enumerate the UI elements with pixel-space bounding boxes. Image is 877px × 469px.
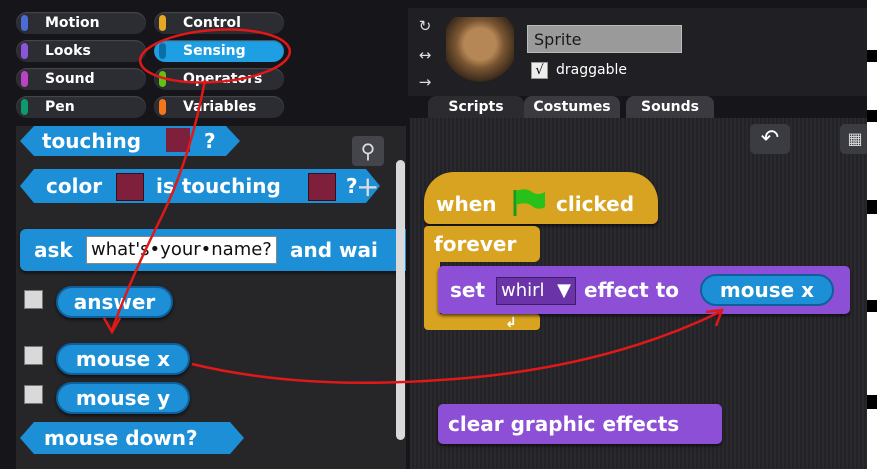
loop-arrow-icon: ↲ <box>505 315 517 331</box>
category-selector: Motion Looks Sound Pen Control Sensing O… <box>16 12 396 127</box>
category-control[interactable]: Control <box>154 12 284 34</box>
rotate-any-icon[interactable]: ↻ <box>416 17 434 35</box>
touching-block[interactable]: touching ? <box>20 126 240 156</box>
category-label: Sound <box>45 71 95 87</box>
snap-ide: Motion Looks Sound Pen Control Sensing O… <box>0 0 867 469</box>
mouse-x-checkbox[interactable] <box>24 346 43 365</box>
sensing-color-bar <box>159 43 166 59</box>
mouse-x-reporter[interactable]: mouse x <box>56 343 190 375</box>
sprite-name-field[interactable]: Sprite <box>527 25 682 53</box>
mouse-down-label: mouse down? <box>44 426 198 450</box>
set-middle: effect to <box>584 278 680 302</box>
color-swatch-1[interactable] <box>116 173 144 201</box>
color-touching-prefix: color <box>46 174 103 198</box>
margin-mark <box>867 50 877 62</box>
keyboard-icon[interactable]: ▦ <box>840 124 867 154</box>
when-flag-clicked-block[interactable]: when clicked <box>424 172 658 224</box>
effect-dropdown[interactable]: whirl ▼ <box>496 277 576 305</box>
variables-color-bar <box>159 99 166 115</box>
set-effect-block[interactable]: set whirl ▼ effect to mouse x <box>438 266 850 314</box>
green-flag-icon <box>513 189 545 216</box>
draggable-label: draggable <box>556 62 627 78</box>
sprite-thumbnail <box>446 17 514 85</box>
touching-label: touching <box>42 129 142 153</box>
tab-scripts[interactable]: Scripts <box>428 96 524 118</box>
mouse-y-reporter[interactable]: mouse y <box>56 382 190 414</box>
motion-color-bar <box>21 15 28 31</box>
category-pen[interactable]: Pen <box>16 96 146 118</box>
hat-prefix: when <box>436 192 497 216</box>
tab-sounds[interactable]: Sounds <box>626 96 714 118</box>
margin-mark <box>867 110 877 122</box>
mouse-y-checkbox[interactable] <box>24 385 43 404</box>
rotate-left-right-icon[interactable]: ↔ <box>416 46 434 64</box>
margin-mark <box>867 395 877 409</box>
ask-suffix: and wai <box>290 238 378 262</box>
category-sound[interactable]: Sound <box>16 68 146 90</box>
no-rotate-icon[interactable]: → <box>416 73 434 91</box>
category-operators[interactable]: Operators <box>154 68 284 90</box>
category-variables[interactable]: Variables <box>154 96 284 118</box>
ask-block[interactable]: ask what's•your•name? and wai <box>20 229 406 271</box>
pen-color-bar <box>21 99 28 115</box>
category-sensing[interactable]: Sensing <box>154 40 284 62</box>
ask-prefix: ask <box>34 238 73 262</box>
sound-color-bar <box>21 71 28 87</box>
margin-mark <box>867 300 877 312</box>
undo-icon[interactable]: ↶ <box>750 124 790 154</box>
magnifier-icon[interactable]: ⚲ <box>352 136 384 166</box>
chevron-down-icon: ▼ <box>557 280 571 301</box>
answer-reporter[interactable]: answer <box>56 286 173 318</box>
category-label: Motion <box>45 15 100 31</box>
color-touching-block[interactable]: color is touching ? <box>20 169 380 203</box>
margin-mark <box>867 200 877 214</box>
hat-suffix: clicked <box>556 192 635 216</box>
draggable-checkbox[interactable]: √ <box>531 62 548 79</box>
tab-costumes[interactable]: Costumes <box>524 96 620 118</box>
right-margin <box>867 0 877 469</box>
control-color-bar <box>159 15 166 31</box>
set-prefix: set <box>450 278 486 302</box>
color-touching-middle: is touching <box>156 174 281 198</box>
category-label: Pen <box>45 99 75 115</box>
category-label: Control <box>183 15 241 31</box>
category-motion[interactable]: Motion <box>16 12 146 34</box>
category-label: Sensing <box>183 43 246 59</box>
forever-block[interactable]: forever <box>424 226 540 262</box>
touching-suffix: ? <box>204 129 216 153</box>
operators-color-bar <box>159 71 166 87</box>
touching-color-swatch[interactable] <box>166 128 190 152</box>
looks-color-bar <box>21 43 28 59</box>
category-looks[interactable]: Looks <box>16 40 146 62</box>
category-label: Operators <box>183 71 263 87</box>
ask-text-input[interactable]: what's•your•name? <box>86 236 277 264</box>
clear-label: clear graphic effects <box>448 412 680 436</box>
forever-bottom <box>424 314 540 330</box>
plus-icon[interactable]: + <box>356 173 379 201</box>
forever-label: forever <box>434 232 517 256</box>
block-palette: touching ? color is touching ? ask what'… <box>16 126 406 469</box>
category-label: Looks <box>45 43 91 59</box>
clear-graphic-effects-block[interactable]: clear graphic effects <box>438 404 722 444</box>
answer-checkbox[interactable] <box>24 290 43 309</box>
color-swatch-2[interactable] <box>308 173 336 201</box>
mouse-x-reporter-in-script[interactable]: mouse x <box>700 274 834 306</box>
category-label: Variables <box>183 99 257 115</box>
effect-dropdown-value: whirl <box>501 280 545 301</box>
mouse-down-block[interactable]: mouse down? <box>20 422 244 454</box>
palette-scrollbar[interactable] <box>396 160 405 440</box>
